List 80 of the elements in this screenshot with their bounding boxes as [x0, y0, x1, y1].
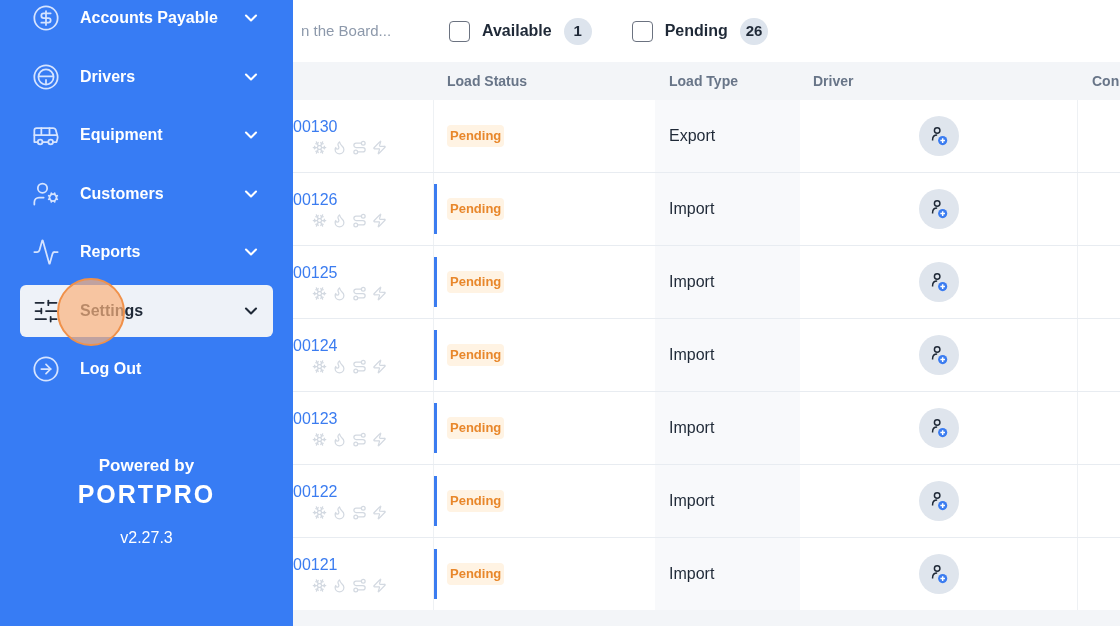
- filter-checkbox[interactable]: [631, 20, 653, 42]
- flame-icon: [332, 578, 347, 593]
- load-number-link[interactable]: 00124: [293, 336, 433, 356]
- load-type-text: Import: [669, 272, 715, 292]
- filter-label: Pending: [664, 21, 728, 41]
- column-header: Load Type: [668, 71, 739, 91]
- load-type-text: Import: [669, 418, 715, 438]
- steering-wheel-icon: [32, 62, 60, 91]
- load-number-link[interactable]: 00130: [293, 117, 433, 137]
- status-badge: Pending: [447, 344, 505, 366]
- assign-driver-button[interactable]: [918, 481, 959, 521]
- bolt-icon: [372, 140, 387, 155]
- assign-driver-button[interactable]: [918, 116, 959, 156]
- load-type-text: Import: [669, 491, 715, 511]
- bolt-icon: [372, 578, 387, 593]
- flame-icon: [332, 505, 347, 520]
- load-number-link[interactable]: 00125: [293, 263, 433, 283]
- sidebar-item[interactable]: Drivers: [20, 50, 273, 103]
- assign-driver-button[interactable]: [918, 189, 959, 229]
- load-type-text: Export: [669, 126, 716, 146]
- route-icon: [352, 359, 367, 374]
- bolt-icon: [372, 359, 387, 374]
- load-number-link[interactable]: 00123: [293, 409, 433, 429]
- snowflake-icon: [312, 286, 327, 301]
- load-number-link[interactable]: 00122: [293, 482, 433, 502]
- count-badge: 1: [563, 17, 592, 45]
- bolt-icon: [372, 505, 387, 520]
- dollar-icon: [32, 4, 60, 32]
- load-type-text: Import: [669, 345, 715, 365]
- status-badge: Pending: [447, 125, 505, 147]
- load-number-link[interactable]: 00121: [293, 555, 433, 575]
- powered-by-text: Powered by: [98, 455, 195, 477]
- flame-icon: [332, 359, 347, 374]
- assign-driver-button[interactable]: [918, 554, 959, 594]
- bolt-icon: [372, 432, 387, 447]
- count-badge: 26: [739, 17, 769, 45]
- load-type-text: Import: [669, 564, 715, 584]
- sidebar-item[interactable]: Log Out: [20, 343, 273, 395]
- logo: PORTPRO: [77, 478, 216, 510]
- flame-icon: [332, 213, 347, 228]
- status-badge: Pending: [447, 271, 505, 293]
- sidebar-item[interactable]: Reports: [20, 226, 273, 278]
- snowflake-icon: [312, 140, 327, 155]
- route-icon: [352, 505, 367, 520]
- sidebar-item[interactable]: Customers: [20, 167, 273, 220]
- load-number-link[interactable]: 00126: [293, 190, 433, 210]
- flame-icon: [332, 140, 347, 155]
- load-type-text: Import: [669, 199, 715, 219]
- route-icon: [352, 578, 367, 593]
- route-icon: [352, 213, 367, 228]
- flame-icon: [332, 286, 347, 301]
- column-header: Con: [1091, 71, 1120, 91]
- route-icon: [352, 140, 367, 155]
- version-text: v2.27.3: [120, 527, 173, 548]
- column-header: Load Status: [446, 71, 529, 91]
- bolt-icon: [372, 213, 387, 228]
- flame-icon: [332, 432, 347, 447]
- snowflake-icon: [312, 432, 327, 447]
- column-header: Driver: [812, 71, 855, 91]
- logout-icon: [32, 355, 60, 383]
- assign-driver-button[interactable]: [918, 262, 959, 302]
- snowflake-icon: [312, 213, 327, 228]
- status-badge: Pending: [447, 198, 505, 220]
- bolt-icon: [372, 286, 387, 301]
- sidebar-item[interactable]: Accounts Payable: [20, 0, 273, 44]
- status-badge: Pending: [447, 417, 505, 439]
- search-field[interactable]: n the Board...: [301, 19, 397, 43]
- sidebar-item[interactable]: Equipment: [20, 109, 273, 161]
- status-badge: Pending: [447, 490, 505, 512]
- snowflake-icon: [312, 359, 327, 374]
- filter-label: Available: [482, 21, 552, 41]
- snowflake-icon: [312, 578, 327, 593]
- status-badge: Pending: [447, 563, 505, 585]
- snowflake-icon: [312, 505, 327, 520]
- assign-driver-button[interactable]: [918, 408, 959, 448]
- assign-driver-button[interactable]: [918, 335, 959, 375]
- filter-checkbox[interactable]: [449, 20, 470, 42]
- route-icon: [352, 432, 367, 447]
- route-icon: [352, 286, 367, 301]
- activity-icon: [32, 238, 60, 266]
